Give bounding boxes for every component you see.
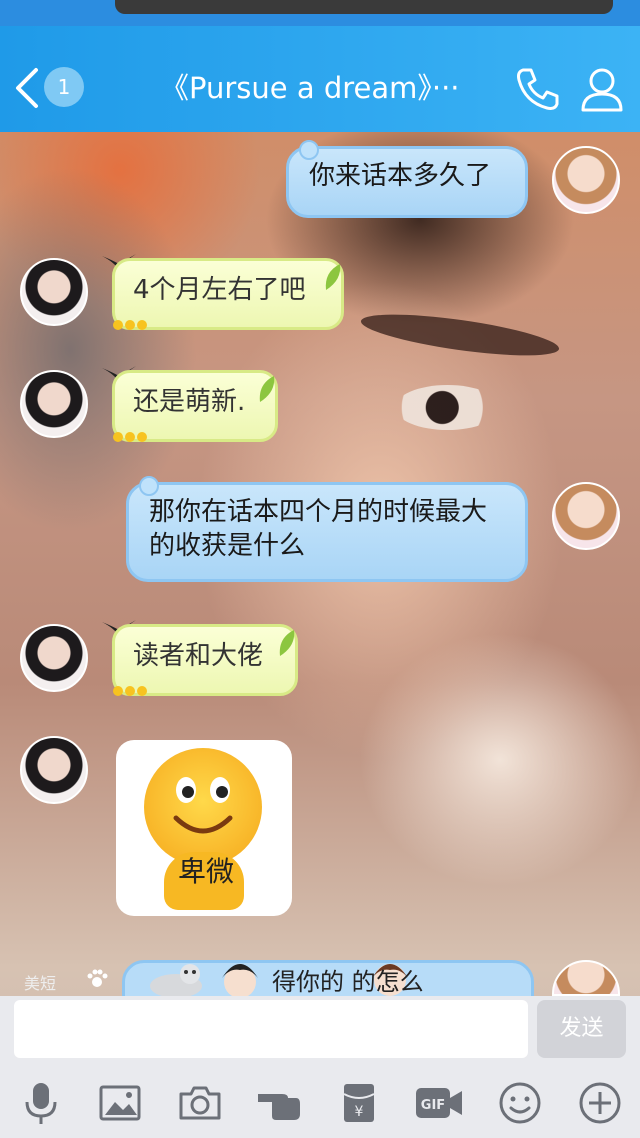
avatar-contact[interactable] [20, 624, 88, 692]
background-eye [395, 385, 500, 430]
hand-icon[interactable] [256, 1080, 302, 1126]
leaf-decoration-icon [279, 630, 295, 656]
flower-decoration-icon [113, 320, 147, 330]
leaf-decoration-icon [259, 376, 275, 402]
message-bubble[interactable]: 那你在话本四个月的时候最大的收获是什么 [126, 476, 528, 582]
svg-text:¥: ¥ [355, 1104, 364, 1120]
avatar-contact[interactable] [20, 370, 88, 438]
plus-icon[interactable] [577, 1080, 623, 1126]
decor-label: 美短 [24, 974, 57, 993]
leaf-decoration-icon [325, 264, 341, 290]
message-input[interactable] [14, 1000, 528, 1058]
camera-icon[interactable] [177, 1080, 223, 1126]
gif-label: GIF [421, 1098, 445, 1113]
unread-badge[interactable]: 1 [44, 67, 84, 107]
image-icon[interactable] [97, 1080, 143, 1126]
emoji-icon[interactable] [497, 1080, 543, 1126]
red-packet-icon[interactable]: ¥ [336, 1080, 382, 1126]
avatar-self[interactable] [552, 146, 620, 214]
send-button[interactable]: 发送 [537, 1000, 626, 1058]
gif-icon[interactable]: GIF [414, 1080, 464, 1126]
smiley-face-icon [173, 777, 233, 834]
flower-decoration-icon [113, 432, 147, 442]
phone-icon[interactable] [515, 66, 561, 112]
flower-decoration-icon [113, 686, 147, 696]
back-arrow-icon[interactable] [12, 66, 42, 110]
sticker-message[interactable]: 卑微 [116, 740, 292, 916]
mic-icon[interactable] [18, 1080, 64, 1126]
message-bubble[interactable]: 你来话本多久了 [286, 140, 528, 218]
message-text: 你来话本多久了 [309, 161, 492, 191]
cartoon-girl-icon [222, 964, 258, 998]
avatar-contact[interactable] [20, 258, 88, 326]
chat-title[interactable]: 《Pursue a dream》··· [160, 66, 490, 110]
avatar-contact[interactable] [20, 736, 88, 804]
status-pill [115, 0, 613, 14]
message-text: 那你在话本四个月的时候最大的收获是什么 [149, 497, 488, 561]
message-text: 还是萌新. [133, 387, 246, 417]
sticker-text: 卑微 [177, 855, 234, 888]
cat-sticker-icon [150, 964, 202, 998]
message-bubble[interactable]: 得你的 的怎么 [122, 960, 534, 998]
avatar-self[interactable] [552, 482, 620, 550]
message-text: 读者和大佬 [133, 641, 264, 671]
sticker-face [144, 748, 262, 866]
paw-icon [87, 969, 108, 987]
message-text: 得你的 的怎么 [272, 968, 424, 996]
profile-icon[interactable] [580, 66, 624, 112]
message-text: 4个月左右了吧 [133, 275, 306, 305]
